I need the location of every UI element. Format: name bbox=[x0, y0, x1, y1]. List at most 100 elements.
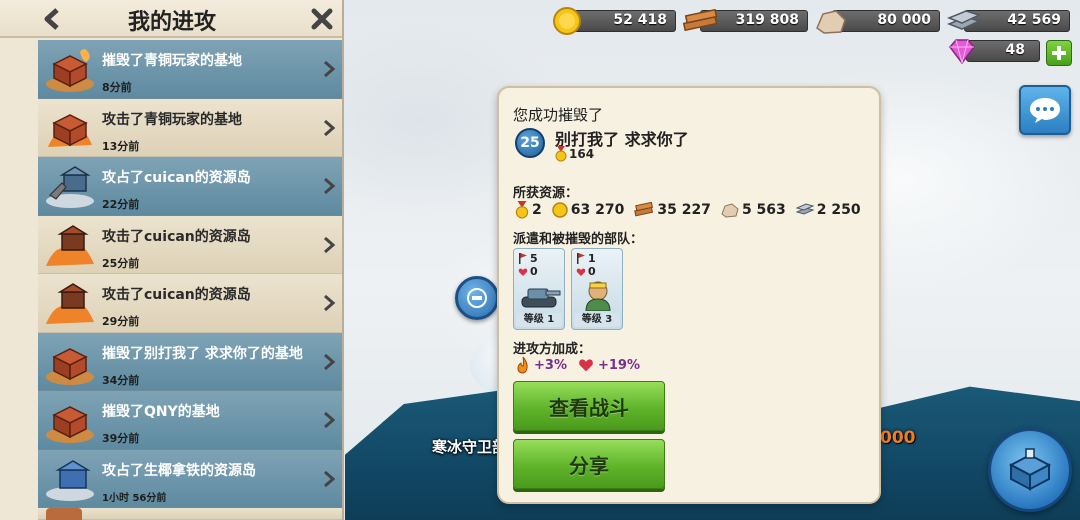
enemy-medals-value: 164 bbox=[569, 147, 595, 161]
attack-row[interactable]: 攻击了cuican的资源岛 29分前 bbox=[38, 274, 342, 333]
attack-time: 13分前 bbox=[102, 139, 140, 153]
map-radar-icon[interactable] bbox=[455, 276, 499, 320]
chat-button[interactable] bbox=[1019, 85, 1071, 135]
attack-row[interactable]: 摧毁了别打我了 求求你了的基地 34分前 bbox=[38, 332, 342, 391]
enemy-medals: 164 bbox=[555, 146, 594, 162]
troop-lost: 0 bbox=[530, 265, 538, 278]
attack-time: 29分前 bbox=[102, 315, 140, 328]
loot-medals: 2 bbox=[532, 202, 542, 218]
loot-iron: 2 250 bbox=[816, 202, 861, 218]
chevron-right-icon bbox=[324, 236, 336, 253]
iron-value: 42 569 bbox=[1007, 12, 1061, 28]
attack-list: 摧毁了青铜玩家的基地 8分前 攻击了青铜玩家的基地 13分前 攻占了cuican bbox=[38, 40, 342, 520]
medal-icon bbox=[555, 146, 567, 162]
stone-counter: 80 000 bbox=[832, 10, 940, 32]
troop-level: 等级 1 bbox=[516, 313, 562, 327]
burning-hq-icon bbox=[46, 347, 94, 385]
troop-sent: 1 bbox=[588, 252, 596, 265]
sidebar-title: 我的进攻 bbox=[127, 10, 216, 35]
island-number: 000 bbox=[880, 428, 916, 448]
bonus-fire-value: +3% bbox=[534, 357, 567, 373]
headquarters-button[interactable] bbox=[988, 428, 1072, 512]
attack-row[interactable]: 攻占了cuican的资源岛 22分前 bbox=[38, 157, 342, 216]
flag-icon bbox=[577, 253, 585, 264]
troop-card-heavy[interactable]: 1 0 等级 3 bbox=[571, 248, 623, 330]
headquarters-icon bbox=[1008, 448, 1052, 491]
view-battle-button[interactable]: 查看战斗 bbox=[513, 381, 665, 431]
attack-title: 攻占了生椰拿铁的资源岛 bbox=[102, 462, 256, 479]
attack-row[interactable]: 摧毁了QNY的基地 39分前 bbox=[38, 391, 342, 450]
burning-hq-icon bbox=[48, 113, 92, 147]
chevron-right-icon bbox=[324, 60, 336, 78]
plus-icon bbox=[1052, 46, 1066, 60]
heart-icon bbox=[579, 359, 593, 372]
close-icon bbox=[311, 8, 333, 30]
diamond-value: 48 bbox=[1005, 42, 1025, 58]
bonus-heart-value: +19% bbox=[597, 357, 640, 373]
heart-icon bbox=[576, 268, 586, 276]
bonus-row: +3% +19% bbox=[515, 356, 640, 374]
resource-island-icon bbox=[46, 166, 94, 208]
loot-gold: 63 270 bbox=[570, 202, 625, 218]
fire-icon bbox=[517, 356, 528, 374]
burning-hq-icon bbox=[46, 49, 94, 92]
chevron-right-icon bbox=[324, 119, 336, 136]
iron-bars-icon bbox=[795, 203, 814, 215]
attack-time: 25分前 bbox=[102, 256, 140, 270]
attack-title: 攻占了cuican的资源岛 bbox=[102, 170, 251, 186]
tank-icon bbox=[521, 288, 561, 308]
card-heading: 您成功摧毁了 bbox=[513, 106, 604, 124]
troop-level: 等级 3 bbox=[574, 313, 620, 327]
enemy-level-badge: 25 bbox=[515, 128, 545, 158]
troop-lost: 0 bbox=[588, 265, 596, 278]
gold-coin-icon bbox=[553, 7, 581, 35]
wood-value: 319 808 bbox=[735, 12, 799, 28]
gold-coin-icon bbox=[552, 202, 568, 218]
iron-bars-icon bbox=[946, 10, 982, 30]
diamond-icon bbox=[949, 39, 975, 65]
buy-diamonds-button[interactable] bbox=[1046, 40, 1072, 66]
attack-row[interactable]: 摧毁了青铜玩家的基地 8分前 bbox=[38, 40, 342, 99]
attack-row[interactable]: 攻击了cuican的资源岛 25分前 bbox=[38, 215, 342, 274]
loot-wood: 35 227 bbox=[657, 202, 711, 218]
gold-counter: 52 418 bbox=[572, 10, 676, 32]
wood-planks-icon bbox=[634, 202, 654, 217]
chat-bubble-icon bbox=[1030, 98, 1060, 123]
attack-time: 22分前 bbox=[102, 198, 140, 211]
chevron-right-icon bbox=[324, 470, 336, 487]
attack-time: 39分前 bbox=[102, 432, 140, 445]
gold-value: 52 418 bbox=[613, 12, 667, 28]
attack-row[interactable]: 攻占了生椰拿铁的资源岛 1小时 56分前 bbox=[38, 449, 342, 508]
attack-detail-card: 您成功摧毁了 25 别打我了 求求你了 164 所获资源： 2 63 270 3… bbox=[497, 86, 881, 504]
troops-label: 派遣和被摧毁的部队： bbox=[513, 232, 644, 247]
attack-time: 1小时 56分前 bbox=[102, 492, 167, 504]
bonus-label: 进攻方加成： bbox=[513, 342, 592, 357]
attack-title: 摧毁了QNY的基地 bbox=[102, 404, 220, 420]
wood-planks-icon bbox=[682, 8, 718, 32]
attack-row[interactable]: 攻击了青铜玩家的基地 13分前 bbox=[38, 98, 342, 157]
close-button[interactable] bbox=[308, 6, 336, 32]
burning-island-icon bbox=[46, 283, 94, 324]
troop-sent: 5 bbox=[530, 252, 538, 265]
flag-icon bbox=[519, 253, 527, 264]
attack-title: 摧毁了青铜玩家的基地 bbox=[102, 53, 242, 69]
loot-label: 所获资源： bbox=[513, 186, 579, 201]
stone-icon bbox=[721, 203, 739, 218]
stone-icon bbox=[816, 10, 846, 34]
share-button[interactable]: 分享 bbox=[513, 439, 665, 489]
loot-stone: 5 563 bbox=[741, 202, 786, 218]
attack-title: 攻击了cuican的资源岛 bbox=[102, 228, 251, 245]
resource-island-icon bbox=[46, 459, 94, 501]
burning-island-icon bbox=[46, 224, 94, 266]
attack-time: 34分前 bbox=[102, 373, 140, 387]
attack-row-partial bbox=[38, 508, 342, 520]
attack-title: 摧毁了别打我了 求求你了的基地 bbox=[102, 345, 303, 362]
troop-card-tank[interactable]: 5 0 等级 1 bbox=[513, 248, 565, 330]
chevron-right-icon bbox=[324, 353, 336, 370]
attack-time: 8分前 bbox=[102, 81, 132, 94]
heavy-soldier-icon bbox=[585, 281, 611, 311]
island-label[interactable]: 寒冰守卫部 bbox=[432, 436, 507, 457]
loot-row: 2 63 270 35 227 5 563 2 250 bbox=[515, 201, 861, 219]
sidebar-header: 我的进攻 bbox=[0, 0, 342, 38]
stone-value: 80 000 bbox=[877, 12, 931, 28]
